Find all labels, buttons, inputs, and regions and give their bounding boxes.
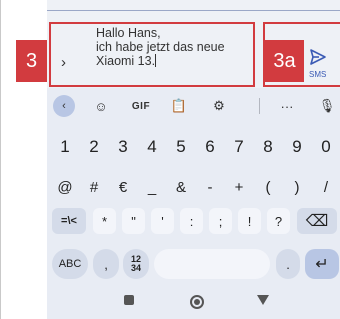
key-underscore[interactable]: _: [141, 174, 163, 200]
back-triangle-icon[interactable]: [256, 294, 270, 306]
key-at[interactable]: @: [54, 174, 76, 200]
key-2[interactable]: 2: [83, 134, 105, 160]
key-double-quote[interactable]: ": [122, 208, 145, 234]
gif-button[interactable]: GIF: [126, 95, 156, 117]
send-icon[interactable]: [309, 48, 327, 66]
clipboard-icon[interactable]: 📋: [168, 95, 190, 117]
message-text-content: Hallo Hans, ich habe jetzt das neue Xiao…: [96, 26, 225, 68]
more-options-icon[interactable]: ···: [274, 95, 300, 117]
recents-square-glyph: [124, 295, 134, 305]
home-circle-glyph: [190, 295, 204, 309]
backspace-icon[interactable]: ⌫: [297, 208, 337, 234]
home-circle-icon[interactable]: [189, 294, 205, 310]
send-type-label: SMS: [309, 70, 327, 79]
key-single-quote[interactable]: ': [151, 208, 174, 234]
key-slash[interactable]: /: [315, 174, 337, 200]
key-minus[interactable]: -: [199, 174, 221, 200]
keyboard: [47, 88, 340, 319]
key-3[interactable]: 3: [112, 134, 134, 160]
key-4[interactable]: 4: [141, 134, 163, 160]
key-numpad[interactable]: 12 34: [123, 249, 149, 279]
page-edge-rule: [0, 0, 1, 319]
callout-badge-send: 3a: [265, 40, 304, 82]
compose-divider: [47, 10, 340, 11]
key-ampersand[interactable]: &: [170, 174, 192, 200]
key-6[interactable]: 6: [199, 134, 221, 160]
key-plus[interactable]: +: [228, 174, 250, 200]
back-triangle-glyph: [257, 295, 269, 305]
key-1[interactable]: 1: [54, 134, 76, 160]
microphone-icon[interactable]: 🎙: [316, 95, 338, 117]
key-close-paren[interactable]: ): [286, 174, 308, 200]
key-exclamation[interactable]: !: [238, 208, 261, 234]
toolbar-divider: [259, 98, 260, 114]
key-5[interactable]: 5: [170, 134, 192, 160]
enter-icon[interactable]: ↵: [305, 249, 339, 279]
text-cursor: [155, 54, 157, 67]
key-asterisk[interactable]: *: [93, 208, 116, 234]
expand-chevron-icon[interactable]: ›: [61, 54, 66, 71]
numpad-label: 12 34: [131, 255, 141, 273]
key-0[interactable]: 0: [315, 134, 337, 160]
spacebar[interactable]: [154, 249, 270, 279]
key-colon[interactable]: :: [180, 208, 203, 234]
numpad-label-bottom: 34: [130, 263, 141, 273]
key-comma[interactable]: ,: [93, 249, 119, 279]
key-abc[interactable]: ABC: [52, 249, 88, 279]
key-hash[interactable]: #: [83, 174, 105, 200]
key-open-paren[interactable]: (: [257, 174, 279, 200]
key-period[interactable]: .: [276, 249, 300, 279]
callout-badge-compose: 3: [16, 40, 47, 82]
collapse-toolbar-icon[interactable]: ‹: [53, 95, 75, 117]
recents-square-icon[interactable]: [123, 294, 135, 306]
settings-gear-icon[interactable]: ⚙: [208, 95, 230, 117]
key-question[interactable]: ?: [267, 208, 290, 234]
key-9[interactable]: 9: [286, 134, 308, 160]
key-8[interactable]: 8: [257, 134, 279, 160]
key-7[interactable]: 7: [228, 134, 250, 160]
emoji-icon[interactable]: ☺: [90, 95, 112, 117]
key-more-symbols[interactable]: =\<: [52, 208, 86, 234]
key-semicolon[interactable]: ;: [209, 208, 232, 234]
key-euro[interactable]: €: [112, 174, 134, 200]
message-text[interactable]: Hallo Hans, ich habe jetzt das neue Xiao…: [96, 26, 256, 68]
